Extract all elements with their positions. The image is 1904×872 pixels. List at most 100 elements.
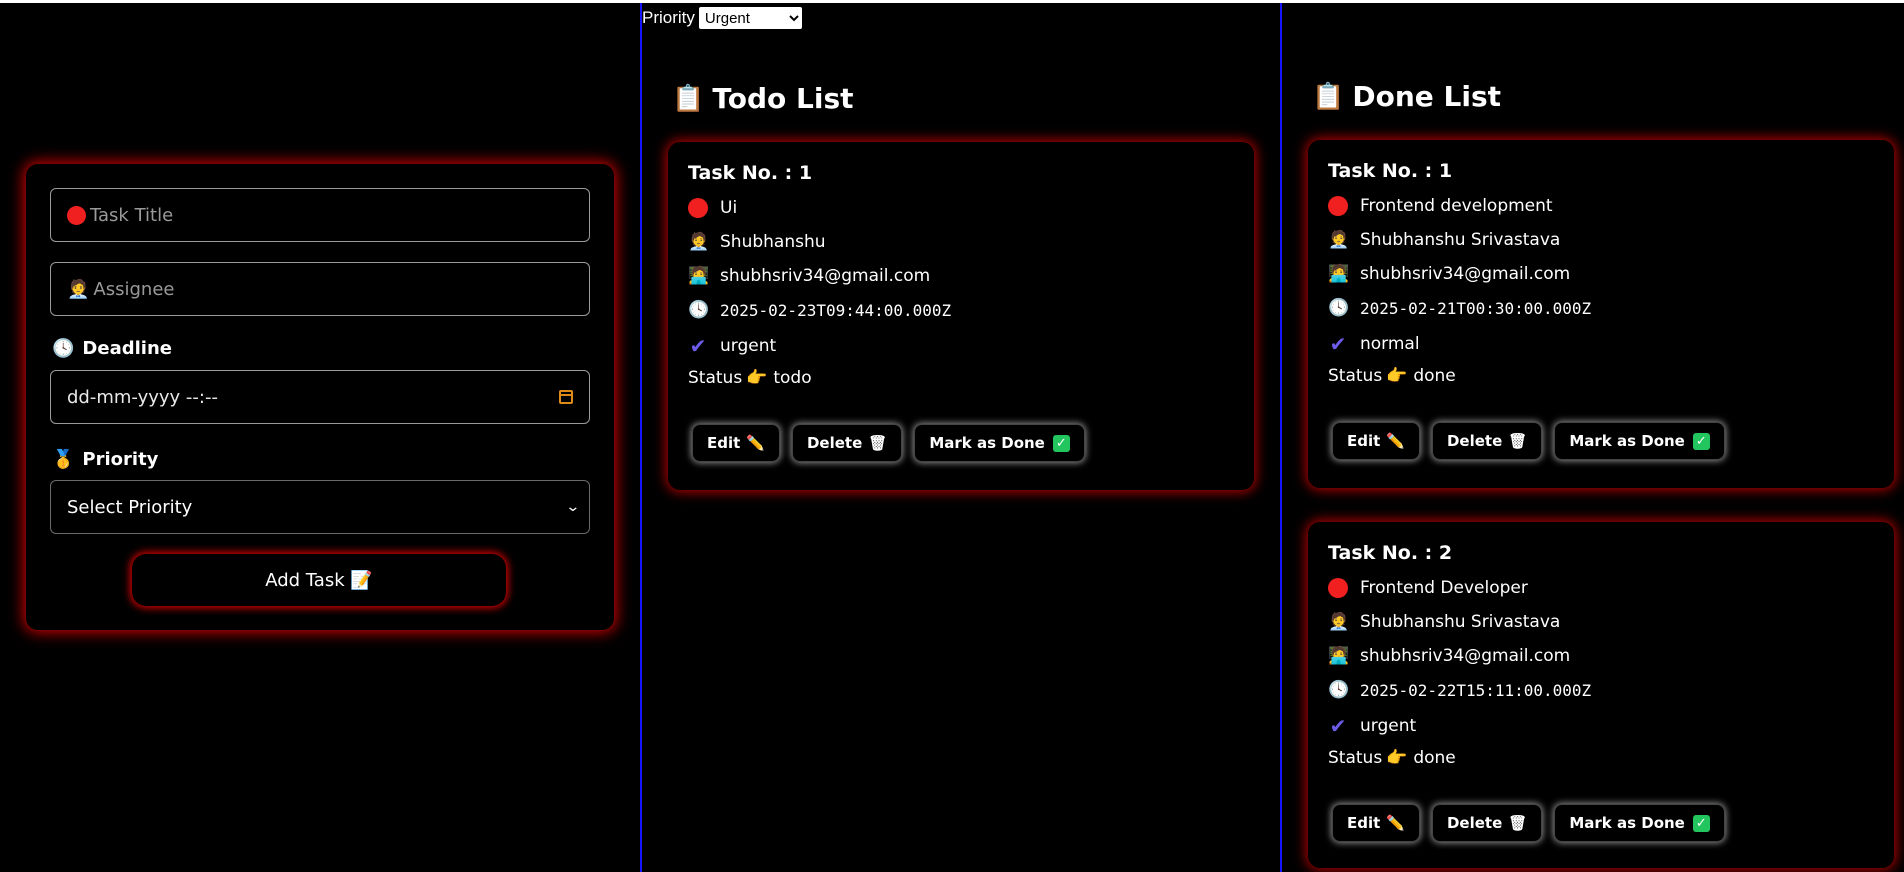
task-assignee: Shubhanshu Srivastava [1360, 612, 1561, 632]
green-check-icon: ✓ [1692, 814, 1710, 832]
technologist-icon: 🧑‍💻 [688, 266, 710, 286]
green-check-icon: ✓ [1052, 434, 1070, 452]
mark-as-done-button[interactable]: Mark as Done ✓ [914, 424, 1085, 462]
task-title-placeholder: Task Title [90, 204, 174, 226]
pencil-icon: ✏️ [746, 434, 765, 452]
task-priority-row: ✔ normal [1328, 332, 1420, 356]
deadline-input[interactable]: dd-mm-yyyy --:-- [50, 370, 590, 424]
task-assignee-row: 🧑‍💼 Shubhanshu Srivastava [1328, 230, 1560, 250]
task-number: Task No. : 2 [1328, 542, 1453, 564]
edit-button[interactable]: Edit ✏️ [692, 424, 780, 462]
pencil-icon: ✏️ [1386, 432, 1405, 450]
delete-button-label: Delete [806, 434, 863, 452]
add-task-form: Task Title 🧑‍💼 Assignee 🕓 Deadline dd-mm… [26, 164, 614, 630]
edit-button-label: Edit [1347, 432, 1381, 450]
todo-task-card: Task No. : 1 Ui 🧑‍💼 Shubhanshu 🧑‍💻 shubh… [668, 142, 1254, 490]
priority-filter-label: Priority [642, 8, 695, 27]
todo-list-title: Todo List [712, 82, 854, 115]
task-email: shubhsriv34@gmail.com [1360, 264, 1571, 284]
todo-list-heading: 📋 Todo List [672, 82, 854, 115]
pointing-right-icon: 👉 [746, 368, 768, 388]
task-deadline-row: 🕓 2025-02-21T00:30:00.000Z [1328, 298, 1591, 318]
priority-filter-select[interactable]: Urgent [696, 5, 804, 31]
task-email-row: 🧑‍💻 shubhsriv34@gmail.com [688, 266, 930, 286]
check-mark-icon: ✔ [1329, 714, 1347, 738]
task-priority: urgent [720, 336, 777, 356]
deadline-placeholder: dd-mm-yyyy --:-- [67, 386, 218, 408]
done-list-title: Done List [1352, 80, 1502, 113]
done-list-heading: 📋 Done List [1312, 80, 1501, 113]
task-priority: normal [1360, 334, 1420, 354]
deadline-label: 🕓 Deadline [52, 338, 172, 359]
clock-icon: 🕓 [1328, 298, 1350, 318]
task-status-label: Status [688, 368, 743, 388]
task-deadline: 2025-02-21T00:30:00.000Z [1360, 298, 1592, 318]
done-task-card: Task No. : 2 Frontend Developer 🧑‍💼 Shub… [1308, 522, 1894, 868]
pencil-icon: ✏️ [1386, 814, 1405, 832]
task-status: done [1413, 366, 1456, 386]
task-priority-row: ✔ urgent [1328, 714, 1417, 738]
task-email-row: 🧑‍💻 shubhsriv34@gmail.com [1328, 264, 1570, 284]
edit-button-label: Edit [1347, 814, 1381, 832]
add-task-button[interactable]: Add Task 📝 [132, 554, 506, 606]
task-status-row: Status 👉 done [1328, 748, 1456, 768]
check-mark-icon: ✔ [689, 334, 707, 358]
trash-icon: 🗑 [868, 434, 888, 452]
assignee-placeholder: Assignee [93, 278, 175, 300]
assignee-input[interactable]: 🧑‍💼 Assignee [50, 262, 590, 316]
edit-button-label: Edit [707, 434, 741, 452]
delete-button[interactable]: Delete 🗑 [791, 424, 903, 462]
column-divider-right [1280, 3, 1282, 872]
delete-button[interactable]: Delete 🗑 [1431, 804, 1543, 842]
delete-button-label: Delete [1446, 432, 1503, 450]
priority-select[interactable]: Select Priority ⌄ [50, 480, 590, 534]
pointing-right-icon: 👉 [1386, 748, 1408, 768]
clock-icon: 🕓 [52, 338, 75, 359]
task-status-label: Status [1328, 366, 1383, 386]
check-mark-icon: ✔ [1329, 332, 1347, 356]
task-status-row: Status 👉 done [1328, 366, 1456, 386]
calendar-icon[interactable] [559, 390, 573, 404]
edit-button[interactable]: Edit ✏️ [1332, 804, 1420, 842]
task-assignee-row: 🧑‍💼 Shubhanshu [688, 232, 826, 252]
task-deadline: 2025-02-23T09:44:00.000Z [720, 300, 952, 320]
mark-as-done-button[interactable]: Mark as Done ✓ [1554, 422, 1725, 460]
task-priority: urgent [1360, 716, 1417, 736]
task-status-row: Status 👉 todo [688, 368, 812, 388]
task-title: Frontend development [1360, 196, 1553, 216]
red-circle-icon [688, 198, 708, 218]
mark-as-done-button[interactable]: Mark as Done ✓ [1554, 804, 1725, 842]
task-status-label: Status [1328, 748, 1383, 768]
task-title: Frontend Developer [1360, 578, 1528, 598]
task-assignee: Shubhanshu Srivastava [1360, 230, 1561, 250]
technologist-icon: 🧑‍💻 [1328, 646, 1350, 666]
task-title-input[interactable]: Task Title [50, 188, 590, 242]
edit-button[interactable]: Edit ✏️ [1332, 422, 1420, 460]
deadline-label-text: Deadline [82, 338, 172, 359]
medal-icon: 🥇 [52, 449, 75, 470]
task-priority-row: ✔ urgent [688, 334, 777, 358]
clock-icon: 🕓 [1328, 680, 1350, 700]
green-check-icon: ✓ [1692, 432, 1710, 450]
office-worker-icon: 🧑‍💼 [1328, 230, 1350, 250]
red-circle-icon [67, 205, 86, 225]
task-assignee: Shubhanshu [720, 232, 826, 252]
task-deadline-row: 🕓 2025-02-22T15:11:00.000Z [1328, 680, 1591, 700]
red-circle-icon [1328, 196, 1348, 216]
priority-label: 🥇 Priority [52, 449, 158, 470]
priority-select-value: Select Priority [67, 496, 193, 518]
task-title-row: Ui [688, 198, 737, 218]
delete-button-label: Delete [1446, 814, 1503, 832]
task-deadline: 2025-02-22T15:11:00.000Z [1360, 680, 1592, 700]
pointing-right-icon: 👉 [1386, 366, 1408, 386]
priority-filter: Priority Urgent [642, 4, 804, 32]
task-title-row: Frontend development [1328, 196, 1553, 216]
task-actions: Edit ✏️ Delete 🗑 Mark as Done ✓ [1332, 422, 1725, 460]
technologist-icon: 🧑‍💻 [1328, 264, 1350, 284]
clock-icon: 🕓 [688, 300, 710, 320]
chevron-down-icon: ⌄ [565, 499, 581, 515]
delete-button[interactable]: Delete 🗑 [1431, 422, 1543, 460]
office-worker-icon: 🧑‍💼 [688, 232, 710, 252]
office-worker-icon: 🧑‍💼 [67, 278, 90, 300]
task-actions: Edit ✏️ Delete 🗑 Mark as Done ✓ [1332, 804, 1725, 842]
